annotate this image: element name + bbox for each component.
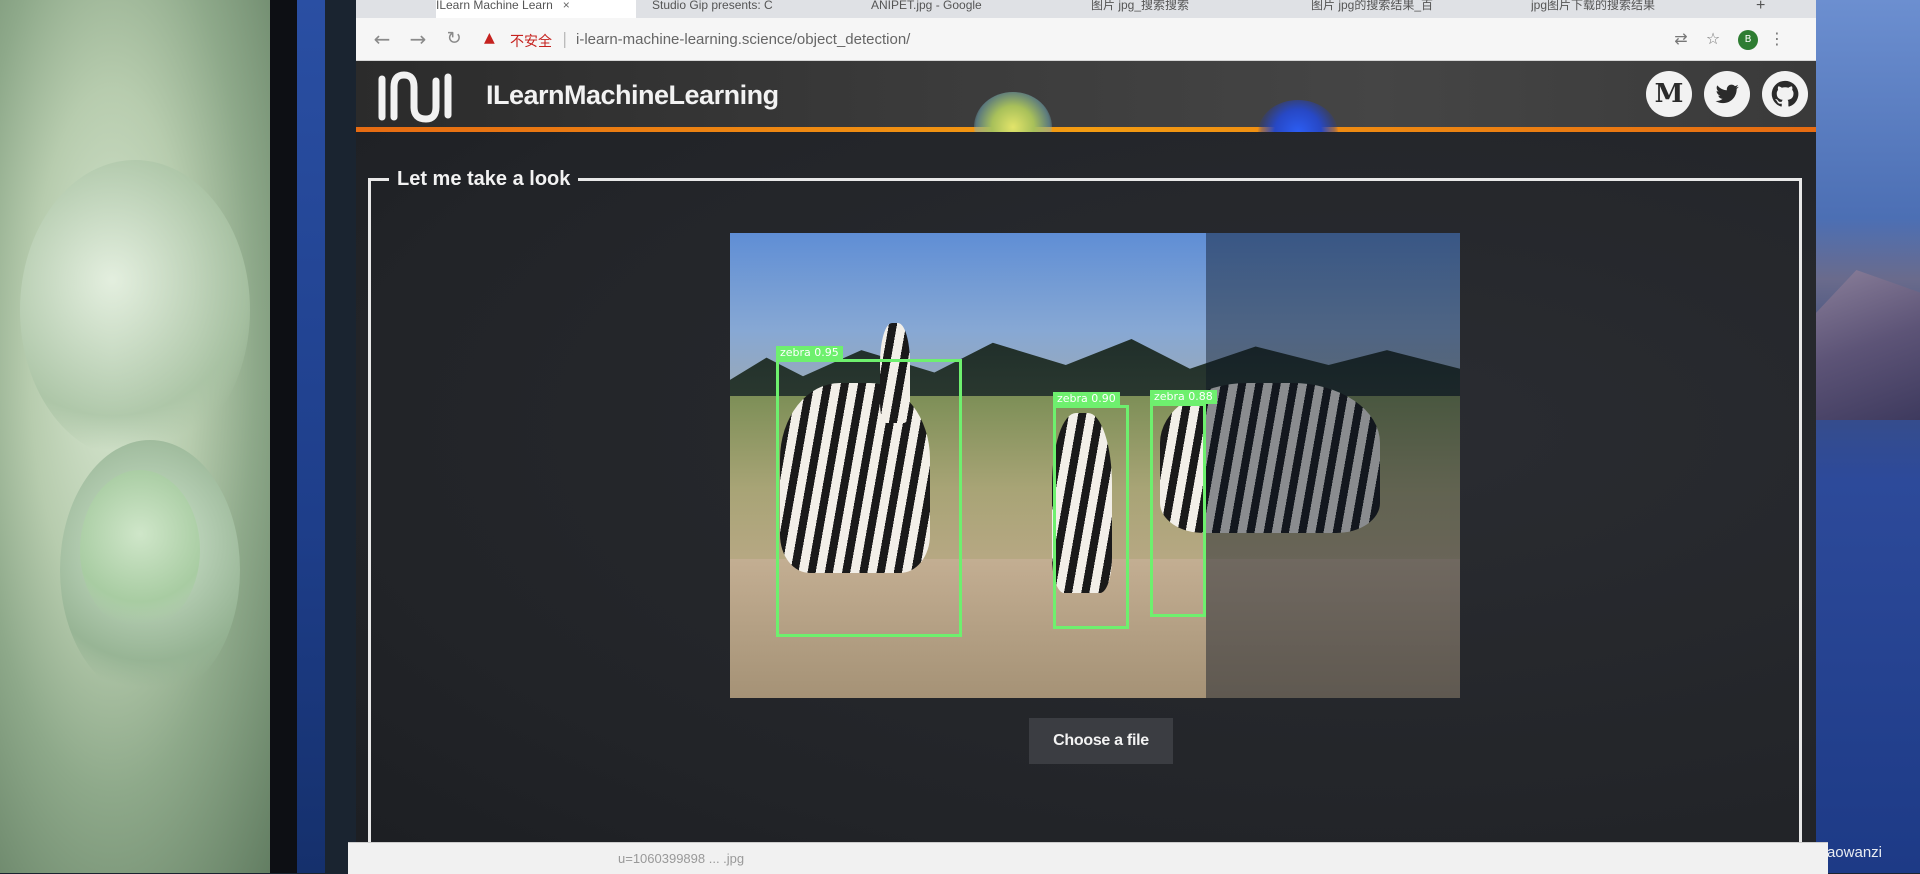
tab-ilearn[interactable]: ILearn Machine Learn × [436,0,636,18]
background-desktop-wallpaper [1814,0,1920,873]
github-icon[interactable] [1762,71,1808,117]
section-title: Let me take a look [397,168,571,190]
site-header: ILearnMachineLearning M [356,61,1816,127]
translate-icon[interactable]: ⇄ [1670,28,1692,50]
site-brand-name[interactable]: ILearnMachineLearning [486,80,779,111]
tab-search-3[interactable]: jpg图片下载的搜索结果 [1531,0,1731,18]
tab-search-1[interactable]: 图片 jpg_搜索搜索 [1091,0,1291,18]
bookmark-star-icon[interactable]: ☆ [1702,28,1724,50]
twitter-icon[interactable] [1704,71,1750,117]
close-tab-icon[interactable]: × [563,0,570,12]
detection-image: zebra 0.95 zebra 0.90 zebra 0.88 [730,233,1460,698]
detection-label: zebra 0.95 [776,346,843,360]
warning-icon: ▲ [484,30,495,46]
tab-anipet[interactable]: ANIPET.jpg - Google [871,0,1071,18]
detection-label: zebra 0.88 [1150,390,1217,404]
reload-icon[interactable]: ↻ [440,26,468,52]
browser-window: ILearn Machine Learn × Studio Gip present… [348,0,1828,874]
download-item[interactable]: u=1060399898 ... .jpg [618,851,744,866]
medium-icon[interactable]: M [1646,71,1692,117]
download-bar: u=1060399898 ... .jpg [348,842,1828,874]
tab-strip: ILearn Machine Learn × Studio Gip present… [356,0,1816,18]
menu-dots-icon[interactable]: ⋮ [1766,28,1788,50]
insecure-label: 不安全 [510,34,552,50]
browser-toolbar: ← → ↻ ▲ 不安全 | i-learn-machine-learning.s… [356,18,1816,61]
back-arrow-icon[interactable]: ← [368,26,396,52]
tab-studio[interactable]: Studio Gip presents: C [652,0,852,18]
bounding-box: zebra 0.90 [1053,392,1129,629]
bounding-box: zebra 0.95 [776,346,962,637]
monitor-bezel [270,0,325,873]
choose-file-button[interactable]: Choose a file [1029,718,1173,764]
site-logo-icon[interactable] [374,67,464,123]
main-content: Let me take a look zebra 0.95 zebra 0.90… [356,132,1816,873]
detection-label: zebra 0.90 [1053,392,1120,406]
profile-avatar[interactable]: B [1738,30,1758,50]
new-tab-icon[interactable]: + [1756,0,1776,18]
tab-search-2[interactable]: 图片 jpg的搜索结果_百 [1311,0,1511,18]
bounding-box: zebra 0.88 [1150,390,1217,617]
address-bar[interactable]: ▲ 不安全 | i-learn-machine-learning.science… [484,24,1684,54]
url-text: i-learn-machine-learning.science/object_… [576,31,911,48]
background-flowers [0,0,280,873]
forward-arrow-icon[interactable]: → [404,26,432,52]
